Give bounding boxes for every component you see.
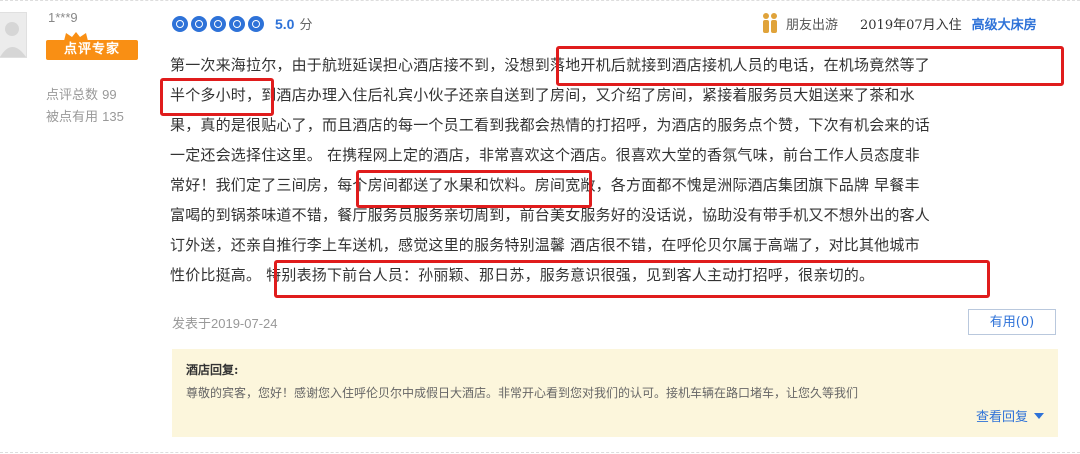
view-reply-label[interactable]: 查看回复 [976,406,1028,425]
highlight-box [160,78,274,116]
trip-type: 朋友出游 [786,17,839,33]
review-line: 常好！我们定了三间房，每个房间都送了水果和饮料。房间宽敞，各方面都不愧是洲际酒店… [170,176,920,194]
review-count-label: 点评总数 [46,88,99,103]
room-type-link[interactable]: 高级大床房 [972,14,1037,33]
helpful-count-label: 被点有用 [46,110,99,125]
posted-label: 发表于 [172,317,212,332]
view-reply-link[interactable]: 查看回复 [976,406,1044,425]
useful-button[interactable]: 有用(0) [968,309,1056,335]
rating-dot-icon [248,15,264,32]
rating-score: 5.0 [275,15,295,32]
top-divider [0,0,1080,1]
review-text: 第一次来海拉尔，由于航班延误担心酒店接不到，没想到落地开机后就接到酒店接机人员的… [170,50,1066,290]
expert-badge: 点评专家 [46,40,138,60]
rating-dot-icon [172,15,188,32]
highlight-box [556,46,1064,86]
review-count-value: 99 [102,87,117,102]
rating: 5.0 分 [172,14,312,33]
user-name[interactable]: 1***9 [48,10,78,25]
helpful-count-value: 135 [102,109,124,124]
trip-info: 朋友出游 2019年07月入住 高级大床房 [760,12,1037,34]
review-count: 点评总数 99 [46,84,124,106]
highlight-box [356,170,592,208]
highlight-box [274,260,990,298]
avatar[interactable] [0,12,27,58]
user-stats: 点评总数 99 被点有用 135 [46,84,124,128]
review-line: 订外送，还亲自推行李上车送机，感觉这里的服务特别温馨 酒店很不错，在呼伦贝尔属于… [170,236,920,254]
reply-title: 酒店回复: [186,363,239,377]
bottom-divider [0,452,1080,453]
helpful-count: 被点有用 135 [46,106,124,128]
posted-date-value: 2019-07-24 [211,316,278,331]
rating-dot-icon [191,15,207,32]
rating-unit: 分 [299,18,313,33]
chevron-down-icon[interactable] [1034,412,1044,419]
rating-dot-icon [210,15,226,32]
reply-text: 尊敬的宾客，您好！感谢您入住呼伦贝尔中成假日大酒店。非常开心看到您对我们的认可。… [186,386,859,400]
posted-date: 发表于2019-07-24 [172,313,278,332]
friends-trip-icon [763,13,777,33]
review-line: 果，真的是很贴心了，而且酒店的每一个员工看到我都会热情的打招呼，为酒店的服务点个… [170,116,931,134]
review-line: 富喝的到锅茶味道不错，餐厅服务员服务亲切周到，前台美女服务好的没话说，協助没有带… [170,206,931,224]
hotel-reply: 酒店回复: 尊敬的宾客，您好！感谢您入住呼伦贝尔中成假日大酒店。非常开心看到您对… [172,349,1058,437]
review-line: 一定还会选择住这里。 在携程网上定的酒店，非常喜欢这个酒店。很喜欢大堂的香氛气味… [170,146,920,164]
rating-dot-icon [229,15,245,32]
checkin-date: 2019年07月入住 [860,17,962,33]
